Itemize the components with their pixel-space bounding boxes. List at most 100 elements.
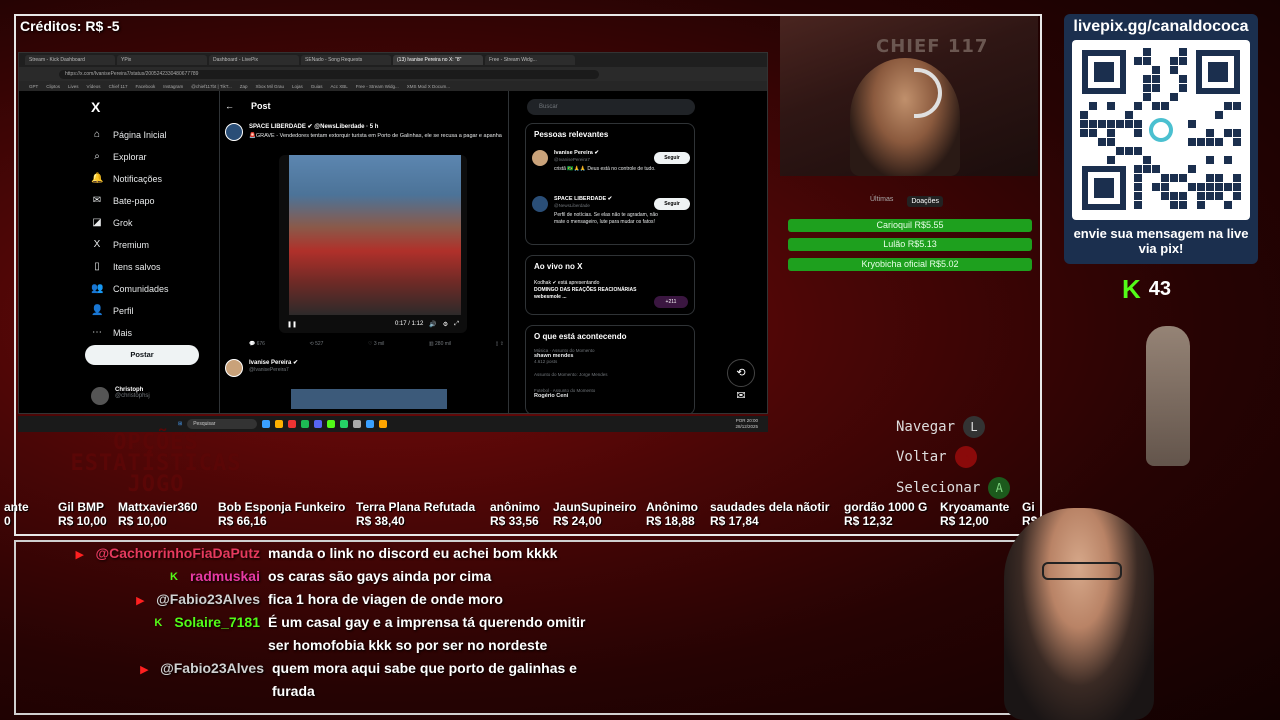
chat-username[interactable]: @Fabio23Alves xyxy=(156,591,260,607)
browser-tab[interactable]: Dashboard - LivePix xyxy=(209,55,299,65)
follow-button[interactable]: Seguir xyxy=(654,198,690,210)
chat-message: manda o link no discord eu achei bom kkk… xyxy=(268,545,558,561)
pause-icon[interactable]: ❚❚ xyxy=(287,321,297,328)
viewer-count: 43 xyxy=(1148,278,1172,300)
app-icon[interactable] xyxy=(262,420,271,428)
ticker-name: Terra Plana Refutada xyxy=(356,500,476,514)
like-count: 3 mil xyxy=(373,341,385,347)
live-box[interactable]: Ao vivo no X Kodhak ✔ está apresentando … xyxy=(525,255,695,315)
bookmark-item[interactable]: Zap xyxy=(240,84,248,89)
post-button[interactable]: Postar xyxy=(85,345,199,365)
account-switcher[interactable]: Christoph @christophsj xyxy=(91,387,150,405)
qr-code xyxy=(1072,40,1250,220)
ticker-value: R$ 33,56 xyxy=(490,514,539,528)
bookmark-item[interactable]: Free - Stream Widg... xyxy=(356,84,399,89)
bookmark-item[interactable]: Xbox Mil Grau xyxy=(255,84,284,89)
trend-item[interactable]: Assunto do Momento: Jorge Mendes xyxy=(534,372,684,377)
volume-icon[interactable]: 🔊 xyxy=(429,321,436,328)
nav-item[interactable]: ⌂ Página Inicial xyxy=(91,129,167,140)
browser-tab[interactable]: SENado - Song Requests xyxy=(301,55,391,65)
nav-item[interactable]: ◪ Grok xyxy=(91,217,132,228)
tweet-author[interactable]: SPACE LIBERDADE ✔ @NewsLiberdade · 5 h xyxy=(249,123,378,130)
bookmark-icon[interactable]: ▯ ⇪ xyxy=(496,341,504,347)
windows-icon[interactable]: ⊞ xyxy=(178,421,182,427)
nav-item[interactable]: ✉ Bate-papo xyxy=(91,195,155,206)
more-icon: ⋯ xyxy=(92,327,102,338)
nav-item[interactable]: 🔔 Notificações xyxy=(91,173,162,184)
video-player[interactable]: ❚❚ 0:17 / 1:12 🔊 ⚙ ⤢ xyxy=(279,155,467,333)
browser-tab[interactable]: YPix xyxy=(117,55,207,65)
bookmark-item[interactable]: Cliptos xyxy=(46,84,60,89)
tab-donations[interactable]: Doações xyxy=(907,196,943,207)
bookmark-item[interactable]: @chief117bt | TikT... xyxy=(191,84,231,89)
ticker-name: Bob Esponja Funkeiro xyxy=(218,500,346,514)
nav-label: Mais xyxy=(113,327,133,338)
bookmark-item[interactable]: XMS Mod X Docum... xyxy=(407,84,450,89)
views-action[interactable]: ▥ 280 mil xyxy=(429,341,451,347)
avatar xyxy=(225,359,243,377)
nav-item[interactable]: ⋯ Mais xyxy=(91,327,132,338)
nav-item[interactable]: 👤 Perfil xyxy=(91,305,134,316)
browser-tab[interactable]: Free - Stream Widg... xyxy=(485,55,575,65)
reply-author[interactable]: Ivanise Pereira ✔ xyxy=(249,359,298,366)
retweet-action[interactable]: ⟲ 527 xyxy=(309,341,323,347)
nav-item[interactable]: ⌕ Explorar xyxy=(91,151,146,162)
bookmark-item[interactable]: Acc XBL xyxy=(331,84,348,89)
credits-label: Créditos: R$ -5 xyxy=(20,18,120,34)
kick-icon[interactable] xyxy=(327,420,336,428)
chrome-icon[interactable] xyxy=(379,420,388,428)
search-input[interactable]: Buscar xyxy=(527,99,695,115)
spotify-icon[interactable] xyxy=(301,420,310,428)
streamer-image xyxy=(1004,508,1154,720)
whatsapp-icon[interactable] xyxy=(340,420,349,428)
follow-button[interactable]: Seguir xyxy=(654,152,690,164)
chat-username[interactable]: Solaire_7181 xyxy=(174,614,260,630)
trend-item[interactable]: Futebol · Assunto do Momento Rogério Ceni xyxy=(534,388,684,399)
chat-message: os caras são gays ainda por cima xyxy=(268,568,492,584)
like-action[interactable]: ♡ 3 mil xyxy=(368,341,384,347)
tab-latest[interactable]: Últimas xyxy=(870,196,893,207)
live-host: Kodhak ✔ está apresentando xyxy=(534,280,600,286)
bookmark-item[interactable]: Facebook xyxy=(136,84,156,89)
ticker-value: R$ 24,00 xyxy=(553,514,602,528)
browser-tab[interactable]: Stream - Kick Dashboard xyxy=(25,55,115,65)
bookmark-item[interactable]: Lojas xyxy=(292,84,303,89)
bookmark-item[interactable]: Chief 117 xyxy=(109,84,128,89)
x-logo[interactable]: X xyxy=(91,99,100,115)
taskbar-search[interactable]: Pesquisar xyxy=(187,419,258,429)
bookmark-item[interactable]: GPT xyxy=(29,84,38,89)
profile-icon: 👤 xyxy=(91,305,104,316)
chat-username[interactable]: @Fabio23Alves xyxy=(160,660,264,676)
settings-icon[interactable]: ⚙ xyxy=(443,321,448,328)
grok-icon[interactable]: ⟲ xyxy=(727,359,755,387)
ticker-item: Anônimo R$ 18,88 xyxy=(646,500,698,528)
folder-icon[interactable] xyxy=(275,420,284,428)
address-input[interactable]: https://x.com/IvanisePereira7/status/200… xyxy=(59,69,599,79)
app-icon[interactable] xyxy=(288,420,297,428)
reply-action[interactable]: 💬 676 xyxy=(249,341,265,347)
chat-username[interactable]: @CachorrinhoFiaDaPutz xyxy=(95,545,260,561)
nav-item[interactable]: X Premium xyxy=(91,239,149,250)
trend-item[interactable]: Música · Assunto do Momento shawn mendes 4… xyxy=(534,348,684,364)
ticker-item: ante 0 xyxy=(4,500,29,528)
nav-item[interactable]: ▯ Itens salvos xyxy=(91,261,160,272)
person-bio: cristã 🇧🇷🙏🙏 Deus está no controle de tud… xyxy=(554,166,656,172)
nav-item[interactable]: 👥 Comunidades xyxy=(91,283,169,294)
app-icon[interactable] xyxy=(366,420,375,428)
chat-username[interactable]: radmuskai xyxy=(190,568,260,584)
browser-tab[interactable]: (13) Ivanise Pereira no X: "8" xyxy=(393,55,483,65)
ticker-name: anônimo xyxy=(490,500,540,514)
messages-icon[interactable]: ✉ xyxy=(727,389,755,411)
system-clock[interactable]: POR 20:00 28/12/2025 xyxy=(735,418,758,430)
reply-image xyxy=(291,389,447,409)
bookmark-item[interactable]: Lives xyxy=(68,84,79,89)
bookmark-item[interactable]: Guias xyxy=(311,84,323,89)
back-arrow-icon[interactable]: ← xyxy=(225,101,234,111)
discord-icon[interactable] xyxy=(314,420,323,428)
app-icon[interactable] xyxy=(353,420,362,428)
fullscreen-icon[interactable]: ⤢ xyxy=(454,321,459,328)
tweet-text: 🚨GRAVE - Vendedores tentam extorquir tur… xyxy=(249,133,502,139)
search-icon: ⌕ xyxy=(94,151,100,162)
bookmark-item[interactable]: Vídeos xyxy=(87,84,101,89)
bookmark-item[interactable]: Instagram xyxy=(163,84,183,89)
